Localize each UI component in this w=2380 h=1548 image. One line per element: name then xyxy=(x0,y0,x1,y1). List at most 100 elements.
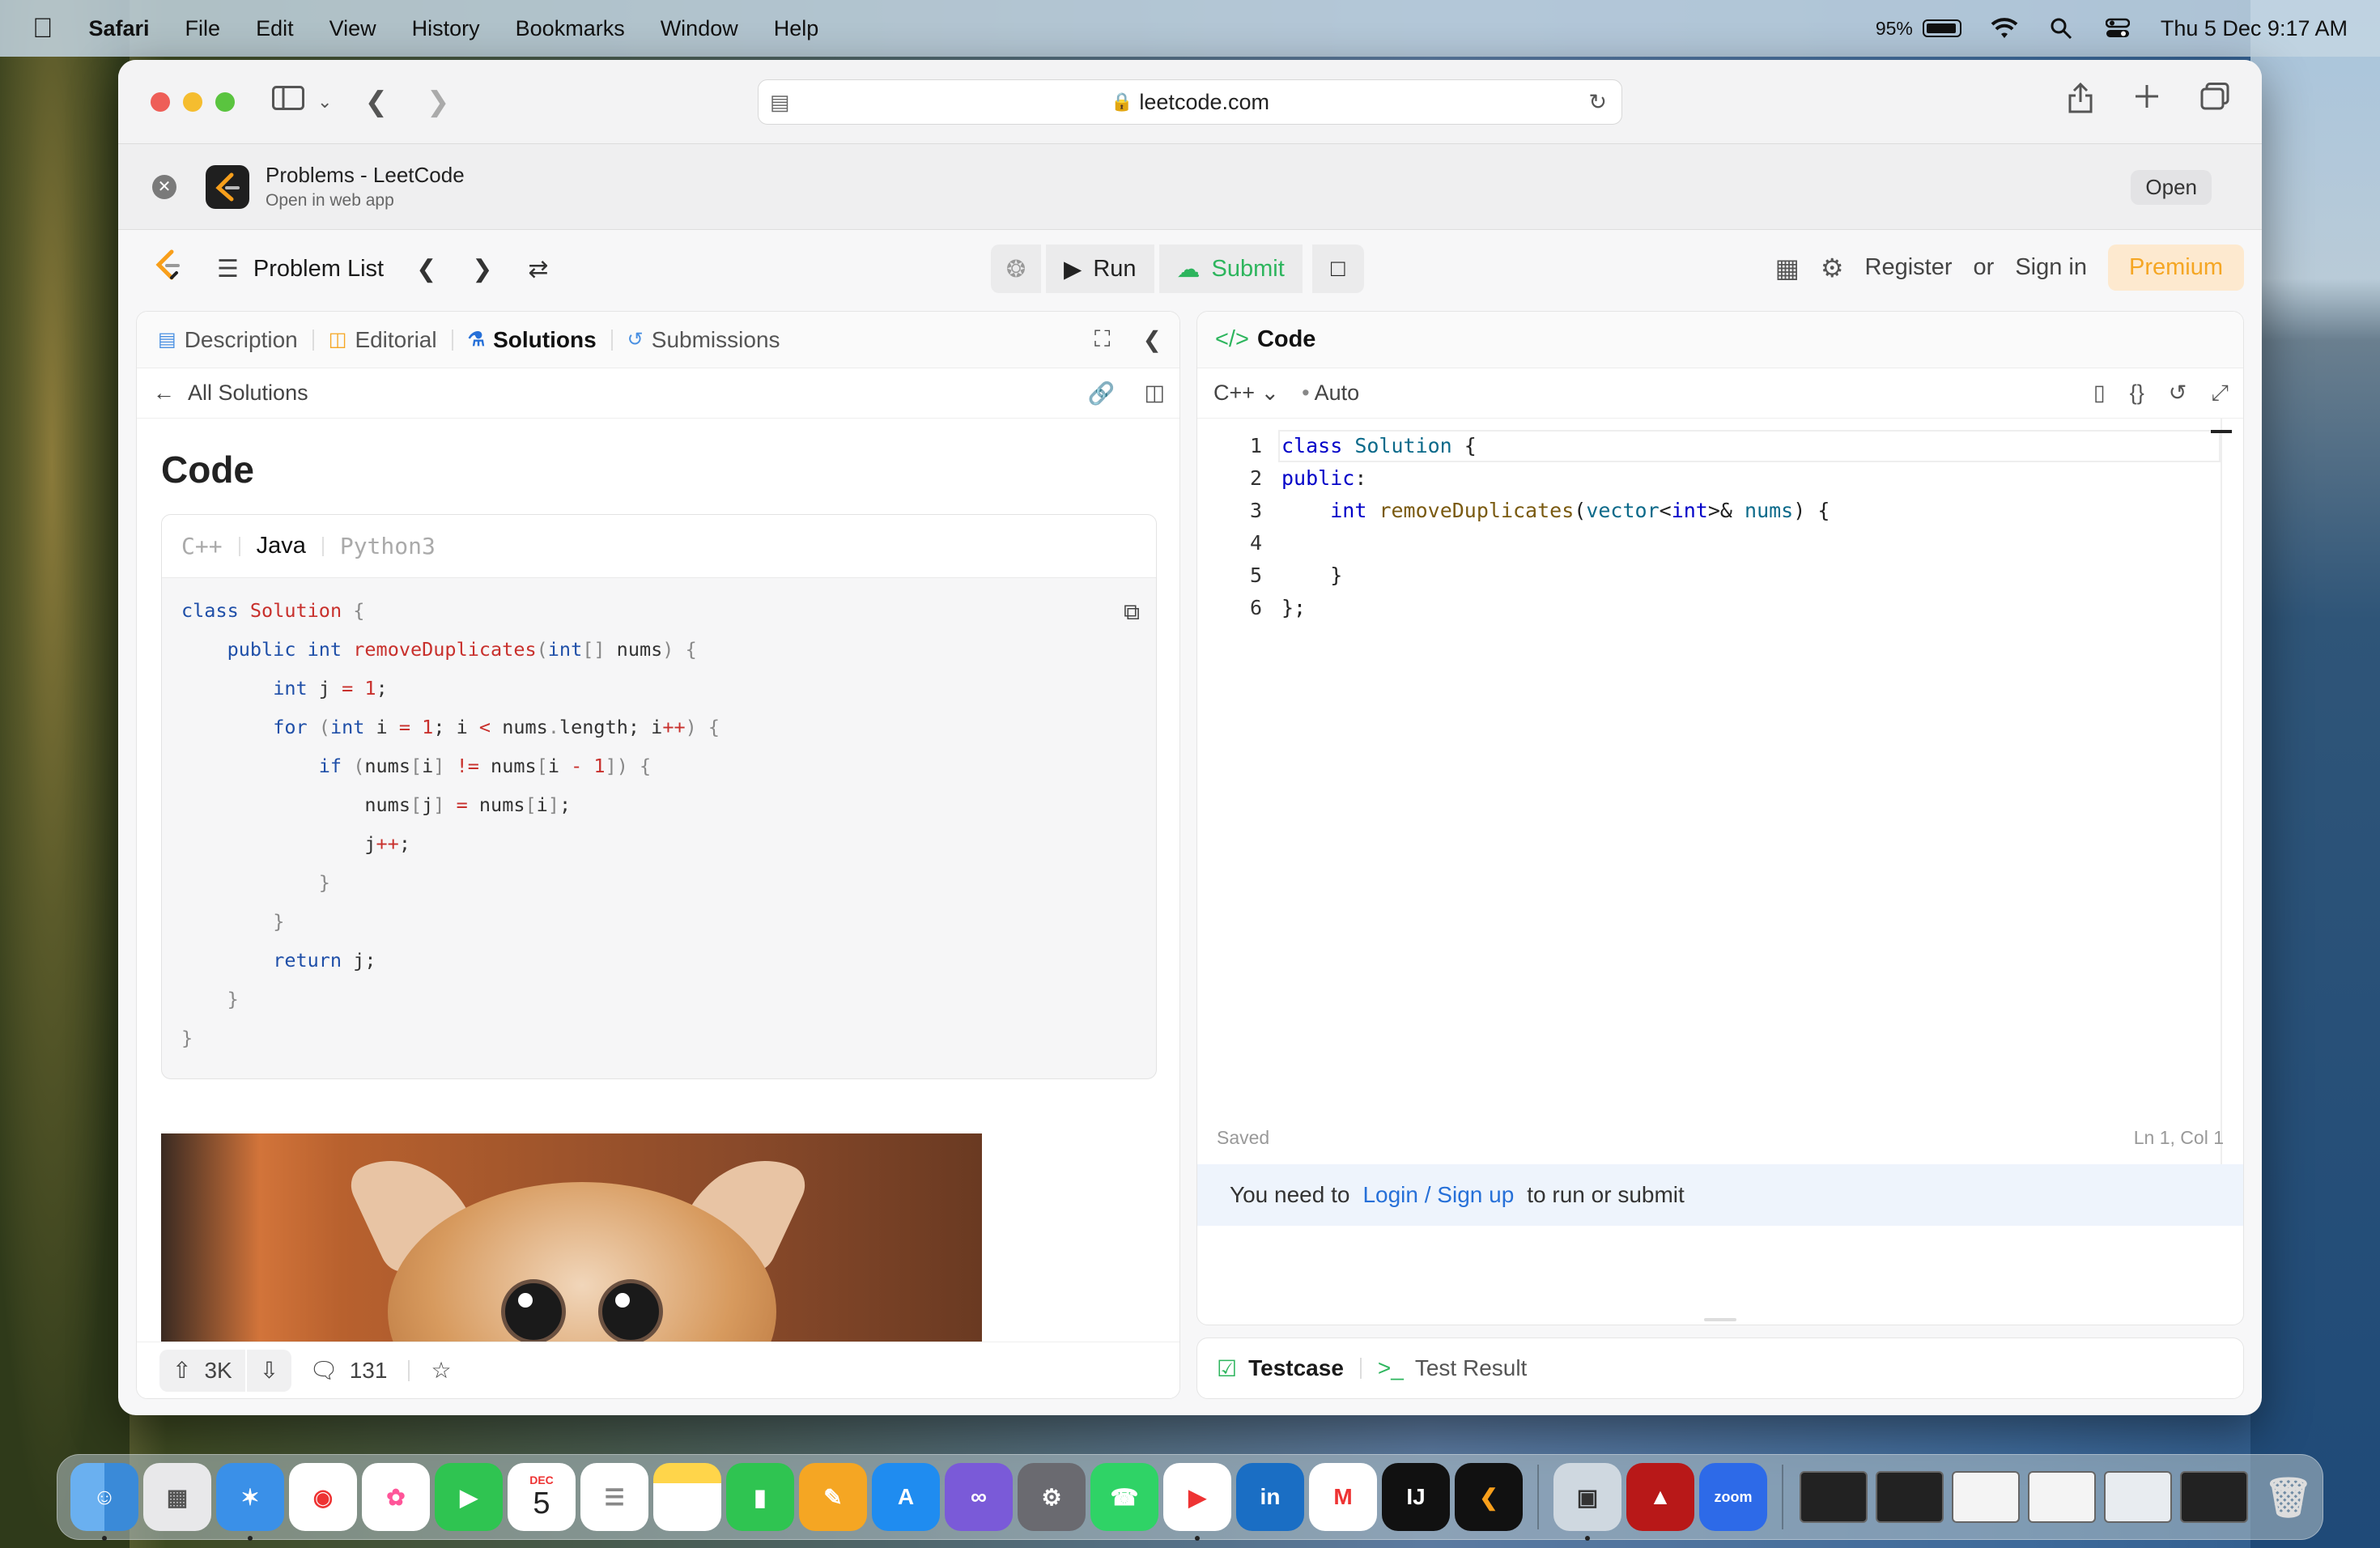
split-view-icon[interactable]: ◫ xyxy=(1144,381,1165,406)
visual-studio-icon[interactable]: ∞ xyxy=(945,1463,1013,1531)
zoom-icon[interactable]: zoom xyxy=(1699,1463,1767,1531)
page-menu-icon[interactable]: ▤ xyxy=(770,90,790,115)
close-banner-icon[interactable]: ✕ xyxy=(152,174,176,199)
code-editor[interactable]: 123456 class Solution { public: int remo… xyxy=(1197,419,2243,1188)
cpp-code[interactable]: class Solution { public: int removeDupli… xyxy=(1281,430,1830,624)
safari-icon[interactable]: ✶ xyxy=(216,1463,284,1541)
app-store-icon[interactable]: A xyxy=(872,1463,940,1531)
reminders-icon[interactable]: ☰ xyxy=(580,1463,648,1531)
new-tab-icon[interactable] xyxy=(2134,83,2160,121)
copy-code-icon[interactable]: ⧉ xyxy=(1124,599,1140,626)
tab-solutions[interactable]: ⚗ Solutions xyxy=(468,327,597,353)
notes-button[interactable]: □ xyxy=(1307,245,1364,293)
premium-button[interactable]: Premium xyxy=(2107,245,2244,291)
expand-icon[interactable]: ⤢ xyxy=(2211,381,2229,406)
comment-count[interactable]: 131 xyxy=(350,1358,388,1384)
menu-history[interactable]: History xyxy=(412,16,480,41)
tab-overview-icon[interactable] xyxy=(2200,83,2229,121)
forward-arrow-icon[interactable]: ❯ xyxy=(427,86,450,118)
calendar-icon[interactable]: DEC 5 xyxy=(508,1463,576,1531)
chevron-down-icon[interactable]: ⌄ xyxy=(317,91,332,113)
downvote-icon[interactable]: ⇩ xyxy=(247,1357,291,1384)
run-button[interactable]: ▶ Run xyxy=(1046,245,1154,293)
minimized-window-thumbnail[interactable] xyxy=(2180,1471,2248,1523)
menu-bookmarks[interactable]: Bookmarks xyxy=(516,16,625,41)
submit-button[interactable]: ☁ Submit xyxy=(1158,245,1303,293)
comment-icon[interactable]: 🗨 xyxy=(309,1357,338,1384)
lang-tab-java[interactable]: Java xyxy=(257,533,306,559)
preview-icon[interactable]: ▣ xyxy=(1553,1463,1621,1541)
layout-grid-icon[interactable]: ▦ xyxy=(1775,253,1800,283)
open-in-app-button[interactable]: Open xyxy=(2131,170,2212,205)
spotlight-search-icon[interactable] xyxy=(2047,15,2075,42)
lang-tab-cpp[interactable]: C++ xyxy=(181,533,223,559)
sign-in-link[interactable]: Sign in xyxy=(2015,254,2087,281)
fullscreen-icon[interactable]: ⛶ xyxy=(1094,326,1111,353)
intellij-icon[interactable]: IJ xyxy=(1382,1463,1450,1531)
debug-button[interactable]: ❂ xyxy=(991,245,1041,293)
lang-tab-python3[interactable]: Python3 xyxy=(340,533,436,559)
close-window-button[interactable] xyxy=(151,91,170,112)
linkedin-icon[interactable]: in xyxy=(1236,1463,1304,1531)
launchpad-icon[interactable]: ▦ xyxy=(143,1463,211,1531)
menu-app-name[interactable]: Safari xyxy=(89,16,150,41)
minimize-window-button[interactable] xyxy=(183,91,202,112)
wifi-icon[interactable] xyxy=(1991,15,2018,42)
address-bar[interactable]: ▤ 🔒 leetcode.com ↻ xyxy=(758,79,1622,125)
youtube-icon[interactable]: ▶ xyxy=(1163,1463,1231,1541)
link-icon[interactable]: 🔗 xyxy=(1088,381,1116,406)
minimized-window-thumbnail[interactable] xyxy=(1800,1471,1868,1523)
control-center-icon[interactable] xyxy=(2104,15,2131,42)
share-icon[interactable] xyxy=(2068,82,2093,121)
sidebar-toggle-icon[interactable] xyxy=(272,86,304,117)
reset-code-icon[interactable]: ↺ xyxy=(2169,381,2187,406)
minimized-window-thumbnail[interactable] xyxy=(1876,1471,1944,1523)
facetime-icon[interactable]: ▶ xyxy=(435,1463,503,1531)
numbers-icon[interactable]: ▮ xyxy=(726,1463,794,1531)
tab-editorial[interactable]: ◫ Editorial xyxy=(329,327,437,353)
editor-scrollbar[interactable] xyxy=(2221,419,2222,1188)
back-arrow-icon[interactable]: ← xyxy=(153,381,175,406)
menu-window[interactable]: Window xyxy=(661,16,738,41)
minimized-window-thumbnail[interactable] xyxy=(2028,1471,2096,1523)
tab-test-result[interactable]: Test Result xyxy=(1415,1355,1528,1381)
all-solutions-link[interactable]: All Solutions xyxy=(188,381,308,406)
menu-view[interactable]: View xyxy=(329,16,376,41)
collapse-panel-icon[interactable]: ❮ xyxy=(1143,326,1162,353)
favorite-star-icon[interactable]: ☆ xyxy=(431,1357,451,1384)
bookmark-icon[interactable]: ▯ xyxy=(2093,381,2106,406)
upvote-icon[interactable]: ⇧ xyxy=(159,1357,204,1384)
system-settings-icon[interactable]: ⚙ xyxy=(1018,1463,1086,1531)
zoom-window-button[interactable] xyxy=(215,91,235,112)
minimized-window-thumbnail[interactable] xyxy=(1952,1471,2020,1523)
leetcode-dock-icon[interactable]: ❮ xyxy=(1455,1463,1523,1531)
language-select[interactable]: C++ ⌄ xyxy=(1213,381,1279,406)
leetcode-logo-icon[interactable] xyxy=(154,249,181,289)
prev-problem-icon[interactable]: ❮ xyxy=(416,255,436,283)
menu-clock[interactable]: Thu 5 Dec 9:17 AM xyxy=(2161,16,2348,41)
trash-icon[interactable]: 🗑 xyxy=(2255,1463,2323,1531)
minimized-window-thumbnail[interactable] xyxy=(2104,1471,2172,1523)
tab-testcase[interactable]: Testcase xyxy=(1248,1355,1344,1381)
back-arrow-icon[interactable]: ❮ xyxy=(364,86,388,118)
acrobat-icon[interactable]: ▲ xyxy=(1626,1463,1694,1531)
battery-icon[interactable] xyxy=(1922,19,1961,37)
reload-icon[interactable]: ↻ xyxy=(1588,90,1607,115)
format-braces-icon[interactable]: {} xyxy=(2130,381,2144,406)
finder-icon[interactable]: ☺ xyxy=(70,1463,138,1541)
menu-help[interactable]: Help xyxy=(774,16,819,41)
menu-file[interactable]: File xyxy=(185,16,221,41)
register-link[interactable]: Register xyxy=(1865,254,1953,281)
chrome-icon[interactable]: ◉ xyxy=(289,1463,357,1531)
gmail-icon[interactable]: M xyxy=(1309,1463,1377,1531)
problem-list-link[interactable]: ☰ Problem List xyxy=(217,255,384,283)
apple-menu-icon[interactable]:  xyxy=(32,13,53,45)
whatsapp-icon[interactable]: ☎ xyxy=(1090,1463,1158,1531)
tab-submissions[interactable]: ↺ Submissions xyxy=(627,327,780,353)
photos-icon[interactable]: ✿ xyxy=(362,1463,430,1531)
shuffle-icon[interactable]: ⇄ xyxy=(528,255,548,283)
auto-mode[interactable]: • Auto xyxy=(1302,381,1359,406)
settings-gear-icon[interactable]: ⚙ xyxy=(1821,253,1844,283)
menu-edit[interactable]: Edit xyxy=(256,16,294,41)
resize-handle[interactable] xyxy=(1704,1318,1736,1321)
